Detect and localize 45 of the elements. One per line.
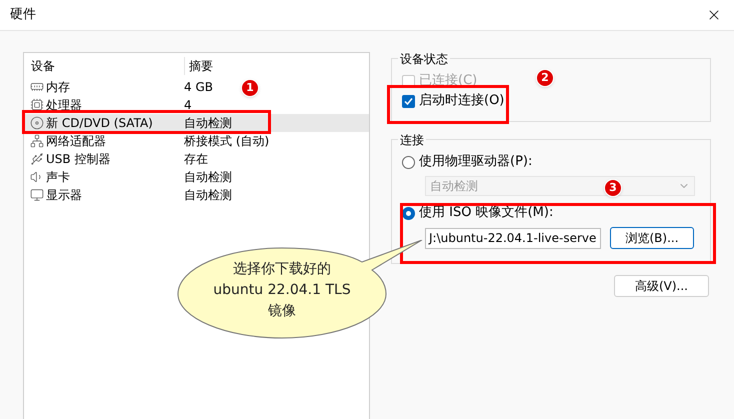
radio-label: 使用物理驱动器(P): xyxy=(419,153,532,172)
device-name: 显示器 xyxy=(46,187,82,204)
device-summary: 自动检测 xyxy=(184,169,232,186)
column-header: 设备 xyxy=(30,58,56,74)
device-summary: 4 GB xyxy=(184,79,213,96)
memory-icon xyxy=(30,80,44,94)
device-row[interactable]: 内存 4 GB xyxy=(24,78,215,96)
browse-button[interactable]: 浏览(B)... xyxy=(610,227,694,249)
device-row[interactable]: 声卡 自动检测 xyxy=(24,168,234,186)
device-summary: 存在 xyxy=(184,151,208,168)
callout-text: 选择你下载好的 xyxy=(233,260,331,279)
callout-text: 镜像 xyxy=(268,302,296,321)
monitor-icon xyxy=(30,188,44,202)
callout-text: ubuntu 22.04.1 TLS xyxy=(213,281,351,300)
group-title: 设备状态 xyxy=(398,50,450,68)
device-name: 内存 xyxy=(46,79,70,96)
device-name: 网络适配器 xyxy=(46,133,106,150)
device-row[interactable]: 显示器 自动检测 xyxy=(24,186,234,204)
device-summary: 自动检测 xyxy=(184,115,232,132)
device-row[interactable]: USB 控制器 存在 xyxy=(24,150,210,168)
device-name: 新 CD/DVD (SATA) xyxy=(46,115,153,132)
window-title: 硬件 xyxy=(10,6,36,24)
device-row[interactable]: 网络适配器 桥接模式 (自动) xyxy=(24,132,272,150)
checkbox[interactable] xyxy=(402,94,415,108)
device-summary: 桥接模式 (自动) xyxy=(184,133,270,150)
chip-icon xyxy=(30,98,44,112)
radio-label: 使用 ISO 映像文件(M): xyxy=(419,204,554,222)
device-summary: 自动检测 xyxy=(184,187,232,204)
iso-path-combobox[interactable]: J:\ubuntu-22.04.1-live-serve xyxy=(425,228,601,248)
network-icon xyxy=(30,134,44,148)
device-summary: 4 xyxy=(184,97,192,114)
radio-button[interactable] xyxy=(402,156,415,168)
device-row[interactable]: 处理器 4 xyxy=(24,96,194,114)
device-row[interactable]: 新 CD/DVD (SATA) 自动检测 xyxy=(24,114,369,132)
check-icon xyxy=(404,96,413,106)
usb-icon xyxy=(30,152,44,166)
column-header: 摘要 xyxy=(184,56,213,74)
disc-icon xyxy=(30,116,44,130)
device-name: 处理器 xyxy=(46,97,82,114)
group-title: 连接 xyxy=(398,131,426,149)
device-name: USB 控制器 xyxy=(46,151,110,168)
advanced-button[interactable]: 高级(V)... xyxy=(614,275,709,297)
device-name: 声卡 xyxy=(46,169,70,186)
checkbox-label: 启动时连接(O) xyxy=(419,92,504,110)
radio-button[interactable] xyxy=(402,206,415,220)
